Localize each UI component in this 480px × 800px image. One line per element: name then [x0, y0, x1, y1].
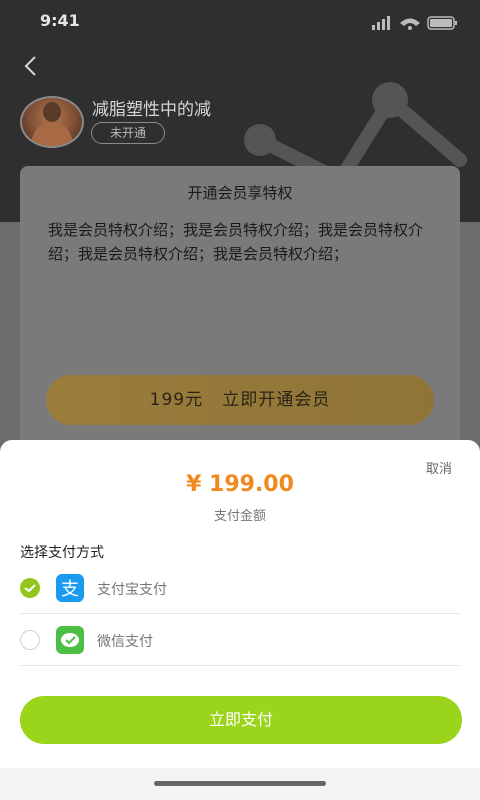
status-time: 9:41	[40, 11, 80, 30]
payment-option-label: 支付宝支付	[97, 582, 167, 598]
avatar-image	[30, 102, 74, 146]
radio-selected-icon[interactable]	[20, 578, 40, 598]
cta-price: 199元	[149, 390, 204, 410]
status-bar: 9:41	[0, 0, 480, 44]
alipay-icon: 支	[56, 574, 84, 602]
alipay-glyph: 支	[61, 579, 79, 600]
open-membership-button[interactable]: 199元 立即开通会员	[46, 375, 434, 425]
card-description: 我是会员特权介绍；我是会员特权介绍；我是会员特权介绍；我是会员特权介绍；我是会员…	[48, 221, 424, 263]
cta-label: 立即开通会员	[222, 390, 331, 410]
card-title: 开通会员享特权	[187, 184, 293, 202]
wechat-pay-icon	[56, 626, 84, 654]
user-name: 减脂塑性中的减	[92, 100, 211, 120]
payment-option-wechat[interactable]: 微信支付	[20, 615, 460, 666]
back-arrow-icon[interactable]	[18, 52, 46, 80]
payment-option-alipay[interactable]: 支 支付宝支付	[20, 563, 460, 614]
payment-amount: ¥ 199.00	[186, 472, 294, 497]
radio-unselected-icon[interactable]	[20, 630, 40, 650]
check-icon	[24, 584, 36, 593]
avatar	[20, 96, 84, 148]
status-icons	[372, 16, 457, 30]
payment-option-label: 微信支付	[97, 634, 153, 650]
pay-now-button[interactable]: 立即支付	[20, 696, 462, 744]
home-indicator[interactable]	[154, 781, 326, 786]
wechat-glyph	[61, 633, 79, 647]
membership-status-badge: 未开通	[91, 122, 165, 144]
payment-method-title: 选择支付方式	[20, 545, 104, 561]
svg-text:支: 支	[61, 579, 79, 600]
payment-amount-label: 支付金额	[213, 509, 266, 524]
